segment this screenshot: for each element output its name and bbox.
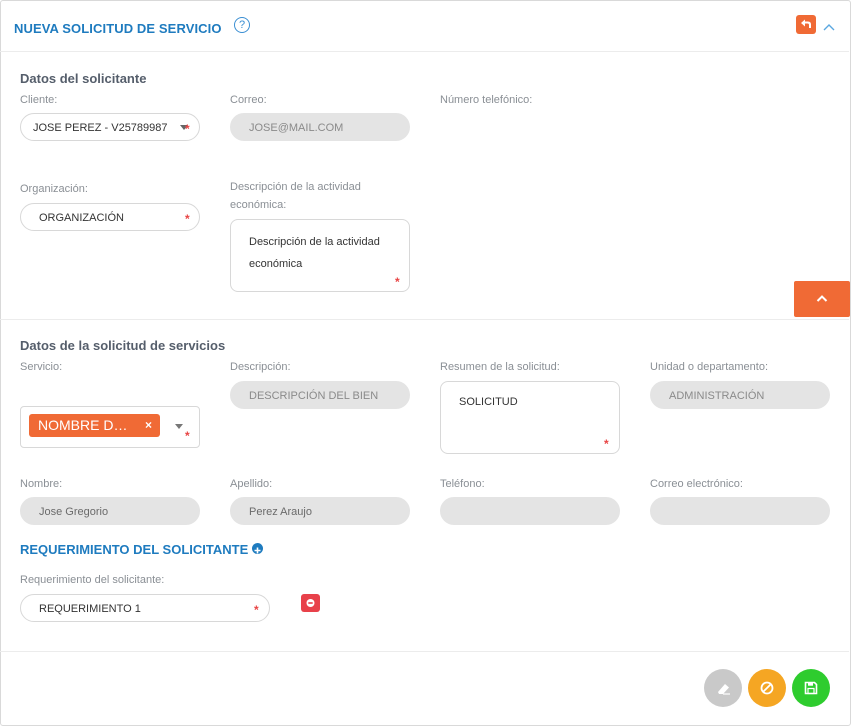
requerimiento-value: REQUERIMIENTO 1 (39, 603, 141, 615)
actividad-label: Descripción de la actividad económica: (230, 181, 361, 211)
save-button[interactable] (792, 669, 830, 707)
servicio-label: Servicio: (20, 361, 63, 373)
organizacion-field[interactable]: ORGANIZACIÓN (20, 203, 200, 231)
section-title-servicios: Datos de la solicitud de servicios (20, 338, 226, 353)
eraser-icon (718, 684, 730, 695)
telefono-contacto-label: Teléfono: (440, 478, 485, 490)
organizacion-label: Organización: (20, 183, 88, 195)
descripcion-label: Descripción: (230, 361, 291, 373)
email-label: Correo electrónico: (650, 478, 743, 490)
correo-label: Correo: (230, 94, 267, 106)
requerimiento-label: Requerimiento del solicitante: (20, 574, 165, 586)
organizacion-value: ORGANIZACIÓN (39, 212, 124, 224)
correo-field[interactable]: JOSE@MAIL.COM (230, 113, 410, 141)
unidad-value: ADMINISTRACIÓN (669, 390, 765, 402)
save-icon (804, 681, 818, 695)
requerimiento-title: REQUERIMIENTO DEL SOLICITANTE (20, 542, 249, 557)
footer-divider (0, 651, 849, 652)
servicio-chip[interactable]: NOMBRE D… × (29, 414, 160, 437)
resumen-value: SOLICITUD (459, 396, 518, 408)
required-mark: * (395, 275, 400, 289)
resumen-textarea[interactable]: SOLICITUD (440, 381, 620, 454)
nombre-field[interactable]: Jose Gregorio (20, 497, 200, 525)
actividad-value: Descripción de la actividad económica (249, 236, 380, 270)
scroll-top-button[interactable] (794, 281, 850, 317)
apellido-field[interactable]: Perez Araujo (230, 497, 410, 525)
cancel-button[interactable] (748, 669, 786, 707)
required-mark: * (254, 603, 259, 617)
resumen-label: Resumen de la solicitud: (440, 361, 560, 373)
required-mark: * (185, 122, 190, 136)
required-mark: * (604, 437, 609, 451)
unidad-field[interactable]: ADMINISTRACIÓN (650, 381, 830, 409)
email-field[interactable] (650, 497, 830, 525)
descripcion-value: DESCRIPCIÓN DEL BIEN (249, 390, 379, 402)
help-icon[interactable]: ? (234, 17, 250, 33)
cliente-value: JOSE PEREZ - V25789987 (33, 122, 168, 134)
required-mark: * (185, 429, 190, 443)
remove-requerimiento-button[interactable] (301, 594, 320, 612)
cliente-select[interactable]: JOSE PEREZ - V25789987 (20, 113, 200, 141)
cancel-icon (760, 681, 774, 695)
clear-button[interactable] (704, 669, 742, 707)
cliente-label: Cliente: (20, 94, 58, 106)
page-title: NUEVA SOLICITUD DE SERVICIO (14, 21, 222, 36)
panel-header: NUEVA SOLICITUD DE SERVICIO ? (0, 0, 849, 52)
unidad-label: Unidad o departamento: (650, 361, 769, 373)
descripcion-field[interactable]: DESCRIPCIÓN DEL BIEN (230, 381, 410, 409)
telefono-label: Número telefónico: (440, 94, 533, 106)
chip-remove-icon[interactable]: × (145, 414, 152, 437)
nombre-label: Nombre: (20, 478, 63, 490)
add-circle-icon[interactable] (252, 543, 263, 554)
section-divider (0, 319, 849, 320)
telefono-field[interactable] (440, 497, 620, 525)
requerimiento-field[interactable]: REQUERIMIENTO 1 (20, 594, 270, 622)
correo-value: JOSE@MAIL.COM (249, 122, 344, 134)
section-title-solicitante: Datos del solicitante (20, 71, 147, 86)
undo-icon[interactable] (796, 15, 816, 34)
chevron-up-icon[interactable] (822, 19, 836, 31)
servicio-chip-label: NOMBRE D… (38, 417, 128, 433)
apellido-label: Apellido: (230, 478, 273, 490)
nombre-value: Jose Gregorio (39, 506, 109, 518)
apellido-value: Perez Araujo (249, 506, 312, 518)
required-mark: * (185, 212, 190, 226)
dropdown-caret-icon[interactable] (175, 424, 183, 429)
actividad-textarea[interactable]: Descripción de la actividad económica (230, 219, 410, 292)
